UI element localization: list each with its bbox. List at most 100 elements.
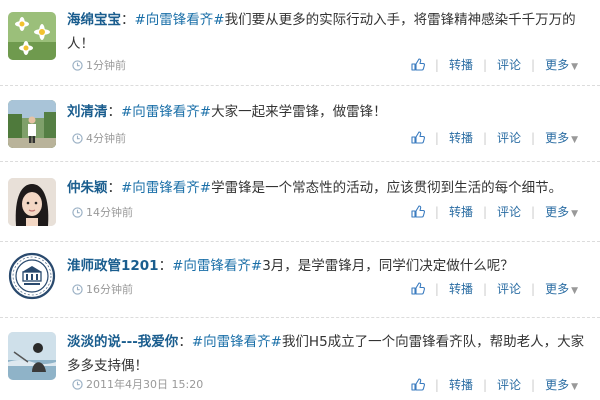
repost-button[interactable]: 转播 (449, 58, 473, 72)
post-divider (0, 161, 600, 162)
caret-down-icon: ▼ (571, 286, 578, 296)
post-username[interactable]: 仲朱颖 (67, 180, 108, 196)
girl-avatar-image (8, 178, 56, 226)
comment-button[interactable]: 评论 (497, 131, 521, 145)
action-separator: | (531, 282, 536, 296)
more-label: 更多 (545, 58, 570, 72)
post-username[interactable]: 海绵宝宝 (67, 12, 121, 28)
thumbs-up-icon[interactable] (411, 131, 425, 144)
post-time[interactable]: 16分钟前 (86, 283, 133, 296)
feed-post: 刘清清：#向雷锋看齐#大家一起来学雷锋，做雷锋！ 4分钟前 | 转播 | 评论 | 更多 ▼ (0, 90, 600, 160)
post-meta: 14分钟前 (72, 206, 133, 220)
clock-icon (72, 379, 83, 390)
clock-icon (72, 284, 83, 295)
post-topic-link[interactable]: #向雷锋看齐# (172, 258, 262, 274)
comment-button[interactable]: 评论 (497, 58, 521, 72)
caret-down-icon: ▼ (571, 62, 578, 72)
more-button[interactable]: 更多 ▼ (545, 378, 578, 394)
post-colon: ： (107, 180, 122, 196)
repost-button[interactable]: 转播 (449, 131, 473, 145)
action-separator: | (482, 378, 487, 392)
action-separator: | (531, 58, 536, 72)
avatar[interactable] (8, 252, 56, 300)
action-separator: | (482, 58, 487, 72)
action-separator: | (482, 282, 487, 296)
comment-button[interactable]: 评论 (497, 378, 521, 392)
action-separator: | (531, 378, 536, 392)
action-separator: | (434, 205, 439, 219)
avatar[interactable] (8, 12, 56, 60)
more-button[interactable]: 更多 ▼ (545, 58, 578, 74)
avatar[interactable] (8, 332, 56, 380)
caret-down-icon: ▼ (571, 382, 578, 392)
post-actions: | 转播 | 评论 | 更多 ▼ (411, 282, 578, 298)
post-divider (0, 241, 600, 242)
post-username[interactable]: 刘清清 (67, 104, 108, 120)
post-colon: ： (121, 12, 135, 28)
avatar[interactable] (8, 178, 56, 226)
post-colon: ： (107, 104, 122, 120)
thumbs-up-icon[interactable] (411, 58, 425, 71)
thumbs-up-icon[interactable] (411, 282, 425, 295)
repost-button[interactable]: 转播 (449, 205, 473, 219)
thumbs-up-icon[interactable] (411, 205, 425, 218)
beach-avatar-image (8, 332, 56, 380)
post-content: 大家一起来学雷锋，做雷锋！ (211, 104, 387, 120)
post-time[interactable]: 4分钟前 (86, 132, 126, 145)
action-separator: | (482, 131, 487, 145)
clock-icon (72, 133, 83, 144)
post-username[interactable]: 淡淡的说---我爱你 (67, 334, 178, 350)
feed-post: 海绵宝宝：#向雷锋看齐#我们要从更多的实际行动入手，将雷锋精神感染千千万万的人！… (0, 0, 600, 80)
weibo-feed: 海绵宝宝：#向雷锋看齐#我们要从更多的实际行动入手，将雷锋精神感染千千万万的人！… (0, 0, 600, 400)
post-topic-link[interactable]: #向雷锋看齐# (121, 180, 211, 196)
avatar[interactable] (8, 100, 56, 148)
more-label: 更多 (545, 378, 570, 392)
post-actions: | 转播 | 评论 | 更多 ▼ (411, 205, 578, 221)
university-seal-icon (8, 252, 56, 300)
more-label: 更多 (545, 131, 570, 145)
daisy-avatar-image (8, 12, 56, 60)
post-text: 淮师政管1201：#向雷锋看齐#3月，是学雷锋月，同学们决定做什么呢？ (67, 254, 588, 278)
repost-button[interactable]: 转播 (449, 378, 473, 392)
action-separator: | (531, 205, 536, 219)
post-topic-link[interactable]: #向雷锋看齐# (121, 104, 211, 120)
feed-post: 仲朱颖：#向雷锋看齐#学雷锋是一个常态性的活动，应该贯彻到生活的每个细节。 14… (0, 166, 600, 240)
more-button[interactable]: 更多 ▼ (545, 131, 578, 147)
post-topic-link[interactable]: #向雷锋看齐# (135, 12, 225, 28)
post-meta: 1分钟前 (72, 59, 126, 73)
comment-button[interactable]: 评论 (497, 205, 521, 219)
post-actions: | 转播 | 评论 | 更多 ▼ (411, 131, 578, 147)
post-time[interactable]: 2011年4月30日 15:20 (86, 378, 203, 391)
clock-icon (72, 207, 83, 218)
post-actions: | 转播 | 评论 | 更多 ▼ (411, 58, 578, 74)
clock-icon (72, 60, 83, 71)
post-divider (0, 317, 600, 318)
action-separator: | (434, 282, 439, 296)
action-separator: | (482, 205, 487, 219)
caret-down-icon: ▼ (571, 209, 578, 219)
feed-post: 淮师政管1201：#向雷锋看齐#3月，是学雷锋月，同学们决定做什么呢？ 16分钟… (0, 246, 600, 316)
post-text: 仲朱颖：#向雷锋看齐#学雷锋是一个常态性的活动，应该贯彻到生活的每个细节。 (67, 176, 588, 200)
action-separator: | (531, 131, 536, 145)
thumbs-up-icon[interactable] (411, 378, 425, 391)
more-label: 更多 (545, 205, 570, 219)
post-time[interactable]: 14分钟前 (86, 206, 133, 219)
caret-down-icon: ▼ (571, 135, 578, 145)
post-divider (0, 85, 600, 86)
person-avatar-image (8, 100, 56, 148)
feed-post: 淡淡的说---我爱你：#向雷锋看齐#我们H5成立了一个向雷锋看齐队，帮助老人，大… (0, 322, 600, 400)
post-meta: 2011年4月30日 15:20 (72, 378, 203, 392)
action-separator: | (434, 378, 439, 392)
more-button[interactable]: 更多 ▼ (545, 282, 578, 298)
more-button[interactable]: 更多 ▼ (545, 205, 578, 221)
post-topic-link[interactable]: #向雷锋看齐# (192, 334, 282, 350)
post-time[interactable]: 1分钟前 (86, 59, 126, 72)
post-colon: ： (178, 334, 192, 350)
post-text: 淡淡的说---我爱你：#向雷锋看齐#我们H5成立了一个向雷锋看齐队，帮助老人，大… (67, 330, 588, 378)
comment-button[interactable]: 评论 (497, 282, 521, 296)
post-text: 刘清清：#向雷锋看齐#大家一起来学雷锋，做雷锋！ (67, 100, 588, 124)
post-text: 海绵宝宝：#向雷锋看齐#我们要从更多的实际行动入手，将雷锋精神感染千千万万的人！ (67, 8, 588, 56)
post-meta: 16分钟前 (72, 283, 133, 297)
repost-button[interactable]: 转播 (449, 282, 473, 296)
post-username[interactable]: 淮师政管1201 (67, 258, 159, 274)
